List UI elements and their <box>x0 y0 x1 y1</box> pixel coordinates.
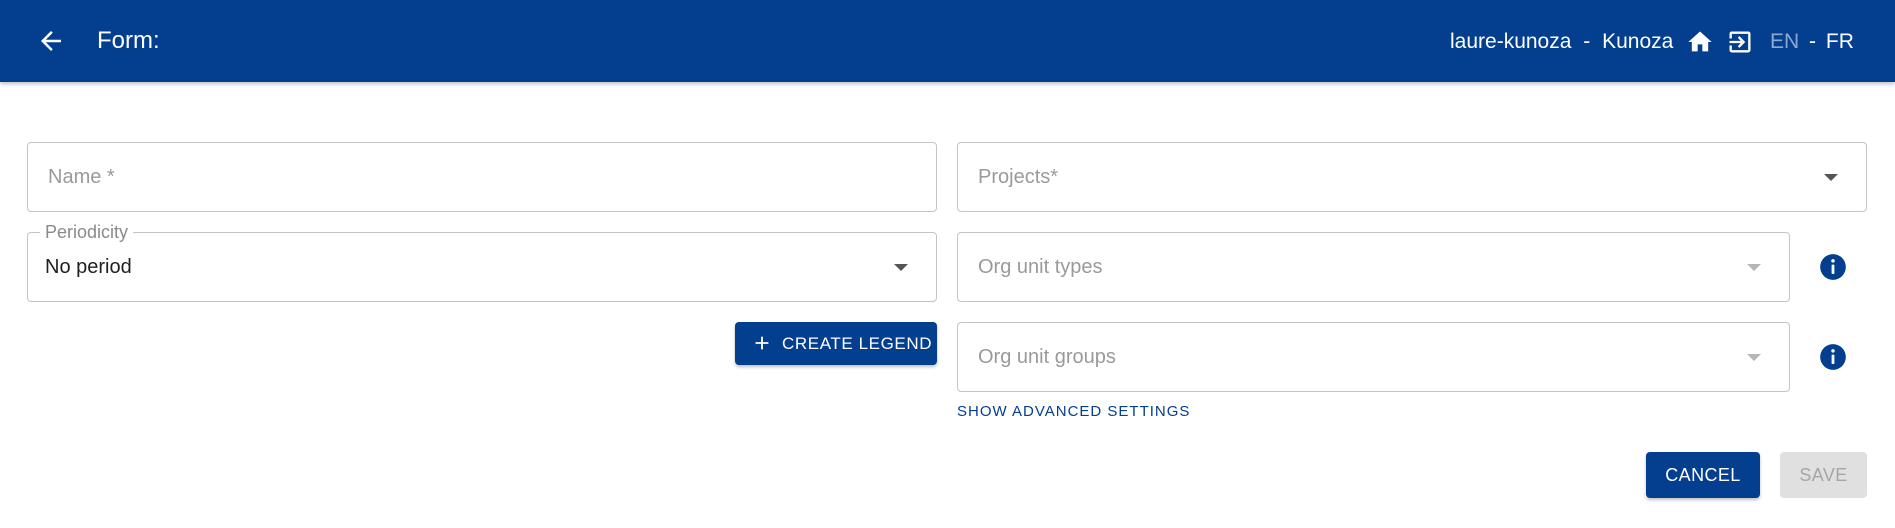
chevron-down-icon <box>1747 354 1761 361</box>
create-legend-button[interactable]: CREATE LEGEND <box>735 322 937 365</box>
save-button[interactable]: SAVE <box>1780 452 1867 498</box>
cancel-button[interactable]: CANCEL <box>1646 452 1760 498</box>
lang-separator: - <box>1809 30 1817 53</box>
user-separator: - <box>1583 30 1591 53</box>
plus-icon <box>755 336 769 350</box>
org-unit-groups-placeholder: Org unit groups <box>978 346 1116 368</box>
periodicity-value: No period <box>45 256 132 278</box>
lang-fr-link[interactable]: FR <box>1826 30 1854 53</box>
org-unit-types-select[interactable]: Org unit types <box>957 232 1790 302</box>
name-field[interactable]: Name * <box>27 142 937 212</box>
create-legend-label: CREATE LEGEND <box>782 334 933 353</box>
app-bar: Form: laure-kunoza - Kunoza EN - FR <box>0 0 1895 82</box>
page-title: Form: <box>97 27 160 54</box>
home-icon[interactable] <box>1686 28 1714 56</box>
arrow-back-icon[interactable] <box>36 26 66 56</box>
lang-en-link[interactable]: EN <box>1770 30 1799 53</box>
logout-icon[interactable] <box>1726 28 1754 56</box>
user-name: laure-kunoza <box>1450 30 1572 53</box>
user-account: Kunoza <box>1602 30 1674 53</box>
chevron-down-icon <box>894 264 908 271</box>
periodicity-select[interactable]: Periodicity No period <box>27 221 937 302</box>
info-icon[interactable] <box>1819 253 1847 281</box>
org-unit-groups-select[interactable]: Org unit groups <box>957 322 1790 392</box>
projects-placeholder: Projects* <box>978 166 1059 188</box>
name-placeholder: Name * <box>48 166 115 188</box>
show-advanced-settings-link[interactable]: SHOW ADVANCED SETTINGS <box>957 402 1190 422</box>
projects-select[interactable]: Projects* <box>957 142 1867 212</box>
chevron-down-icon <box>1747 264 1761 271</box>
org-unit-types-placeholder: Org unit types <box>978 256 1103 278</box>
user-info: laure-kunoza - Kunoza <box>1450 29 1673 55</box>
language-switcher: EN - FR <box>1770 29 1854 55</box>
chevron-down-icon <box>1824 174 1838 181</box>
info-icon[interactable] <box>1819 343 1847 371</box>
